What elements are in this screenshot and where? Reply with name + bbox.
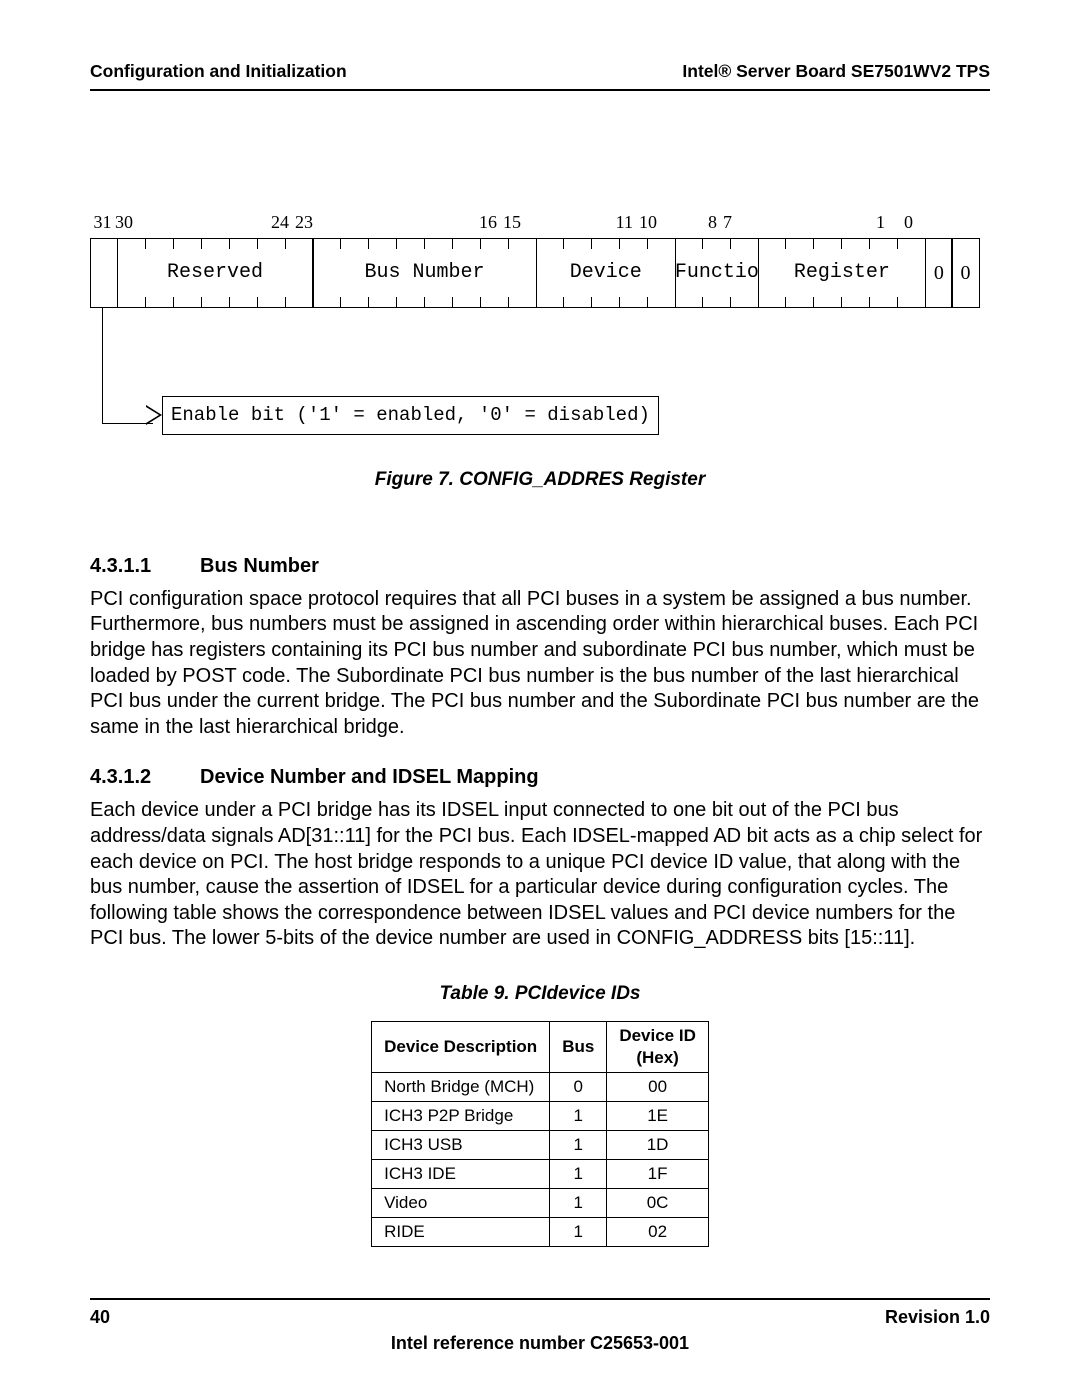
register-diagram: ReservedBus NumberDeviceFunctioRegister0… <box>90 238 990 308</box>
figure-caption: Figure 7. CONFIG_ADDRES Register <box>90 468 990 493</box>
page: Configuration and Initialization Intel® … <box>0 0 1080 1397</box>
header-left: Configuration and Initialization <box>90 60 347 83</box>
section-heading: 4.3.1.1 Bus Number <box>90 553 990 579</box>
register-field: Reserved <box>117 238 314 308</box>
bit-labels: 31 30 24 23 16 15 11 10 8 7 1 0 <box>90 211 990 234</box>
register-field: 0 <box>925 238 953 308</box>
table-row: RIDE102 <box>372 1218 709 1247</box>
table-header: Device ID(Hex) <box>607 1021 709 1072</box>
table-row: ICH3 USB11D <box>372 1131 709 1160</box>
table-row: North Bridge (MCH)000 <box>372 1072 709 1101</box>
table-row: ICH3 P2P Bridge11E <box>372 1101 709 1130</box>
table-header: Bus <box>550 1021 607 1072</box>
reference-number: Intel reference number C25653-001 <box>90 1332 990 1355</box>
revision: Revision 1.0 <box>885 1306 990 1329</box>
arrow-icon <box>146 405 162 425</box>
table-header: Device Description <box>372 1021 550 1072</box>
register-field: 0 <box>951 238 979 308</box>
register-figure: 31 30 24 23 16 15 11 10 8 7 1 0 Reserved… <box>90 211 990 493</box>
section-heading: 4.3.1.2 Device Number and IDSEL Mapping <box>90 764 990 790</box>
table-caption: Table 9. PCIdevice IDs <box>90 982 990 1007</box>
section-body: Each device under a PCI bridge has its I… <box>90 798 990 952</box>
page-footer: 40 Revision 1.0 Intel reference number C… <box>90 1298 990 1355</box>
table-row: ICH3 IDE11F <box>372 1160 709 1189</box>
register-field: Device <box>536 238 677 308</box>
register-field <box>90 238 118 308</box>
section-body: PCI configuration space protocol require… <box>90 587 990 741</box>
table-row: Video10C <box>372 1189 709 1218</box>
register-field: Functio <box>675 238 759 308</box>
callout-text: Enable bit ('1' = enabled, '0' = disable… <box>162 396 659 435</box>
enable-bit-callout: Enable bit ('1' = enabled, '0' = disable… <box>90 328 990 438</box>
page-number: 40 <box>90 1306 110 1329</box>
register-field: Bus Number <box>312 238 537 308</box>
page-header: Configuration and Initialization Intel® … <box>90 60 990 91</box>
pci-device-table: Device DescriptionBusDevice ID(Hex) Nort… <box>371 1021 709 1248</box>
header-right: Intel® Server Board SE7501WV2 TPS <box>682 60 990 83</box>
register-field: Register <box>758 238 927 308</box>
